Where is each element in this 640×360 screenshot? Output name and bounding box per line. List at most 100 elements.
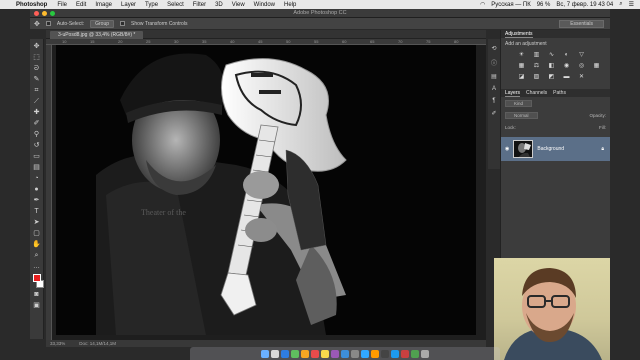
photo-filter-icon[interactable]: ◉ [562, 63, 571, 70]
eyedropper-icon[interactable]: ⟋ [32, 98, 41, 106]
quick-mask-icon[interactable]: ◙ [32, 291, 41, 299]
zoom-window-button[interactable] [50, 11, 55, 16]
launchpad-icon[interactable] [271, 349, 279, 358]
menu-view[interactable]: View [232, 2, 245, 8]
blur-icon[interactable]: ◔ [32, 175, 41, 183]
brush-icon[interactable]: ✐ [32, 120, 41, 128]
info-icon[interactable]: ⓘ [491, 58, 497, 67]
itunes-icon[interactable] [331, 349, 339, 358]
blend-mode-dropdown[interactable]: Normal [505, 111, 538, 119]
gradient-icon[interactable]: ▤ [32, 164, 41, 172]
preferences-icon[interactable] [351, 349, 359, 358]
crop-icon[interactable]: ⌗ [32, 87, 41, 95]
photoshop-dock-icon[interactable] [361, 349, 369, 358]
brightness-icon[interactable]: ☀ [517, 52, 526, 59]
notification-icon[interactable]: ☰ [629, 1, 634, 8]
menu-select[interactable]: Select [167, 2, 184, 8]
messages-icon[interactable] [291, 349, 299, 358]
auto-select-checkbox[interactable] [45, 21, 51, 26]
history-icon[interactable]: ⟲ [491, 45, 496, 52]
layer-name[interactable]: Background [537, 146, 564, 152]
layer-background[interactable]: ◉ Background 🔒︎ [501, 137, 610, 161]
keyboard-layout[interactable]: Русская — ПК [491, 2, 530, 8]
healing-icon[interactable]: ✚ [32, 109, 41, 117]
threshold-icon[interactable]: ◩ [547, 74, 556, 81]
menu-filter[interactable]: Filter [193, 2, 206, 8]
hue-saturation-icon[interactable]: ▦ [517, 63, 526, 70]
menu-type[interactable]: Type [145, 2, 158, 8]
tab-adjustments[interactable]: Adjustments [505, 30, 533, 38]
menu-layer[interactable]: Layer [121, 2, 136, 8]
calendar-icon[interactable] [311, 349, 319, 358]
exposure-icon[interactable]: ◐ [562, 52, 571, 59]
kind-filter-dropdown[interactable]: Kind [505, 99, 533, 107]
notes-icon[interactable] [321, 349, 329, 358]
type-icon[interactable]: T [32, 208, 41, 216]
terminal-icon[interactable] [381, 349, 389, 358]
close-window-button[interactable] [34, 11, 39, 16]
appstore-icon[interactable] [341, 349, 349, 358]
menu-file[interactable]: File [57, 2, 67, 8]
properties-icon[interactable]: ▤ [491, 73, 497, 80]
photo-guitarist[interactable]: Theater of the [56, 45, 476, 335]
quick-select-icon[interactable]: ✎ [32, 76, 41, 84]
document-tab[interactable]: 3-uPosd8.jpg @ 33,4% (RGB/8#) * [50, 31, 144, 39]
app-name[interactable]: Photoshop [16, 2, 47, 8]
menu-image[interactable]: Image [95, 2, 112, 8]
channel-mixer-icon[interactable]: ◎ [577, 63, 586, 70]
canvas-area[interactable]: Theater of the [52, 45, 486, 340]
photos-icon[interactable] [301, 349, 309, 358]
zoom-icon[interactable]: ⌕ [32, 252, 41, 260]
history-brush-icon[interactable]: ↺ [32, 142, 41, 150]
path-select-icon[interactable]: ➤ [32, 219, 41, 227]
trash-icon[interactable] [421, 349, 429, 358]
color-lookup-icon[interactable]: ▦ [592, 63, 601, 70]
tab-channels[interactable]: Channels [526, 89, 547, 97]
menu-window[interactable]: Window [254, 2, 275, 8]
transform-controls-checkbox[interactable] [120, 21, 126, 26]
shape-icon[interactable]: ▢ [32, 230, 41, 238]
dodge-icon[interactable]: ● [32, 186, 41, 194]
app-icon[interactable] [401, 349, 409, 358]
menu-edit[interactable]: Edit [76, 2, 86, 8]
move-icon[interactable]: ✥ [32, 43, 41, 51]
hand-icon[interactable]: ✋ [32, 241, 41, 249]
foreground-color-swatch[interactable] [32, 274, 41, 282]
menu-3d[interactable]: 3D [215, 2, 223, 8]
clock[interactable]: Вс, 7 февр. 19 43 04 [556, 2, 613, 8]
app-icon-2[interactable] [411, 349, 419, 358]
safari-icon[interactable] [281, 349, 289, 358]
auto-select-dropdown[interactable]: Group [90, 19, 115, 28]
finder-icon[interactable] [261, 349, 269, 358]
eraser-icon[interactable]: ▭ [32, 153, 41, 161]
doc-size[interactable]: Doc: 14,1M/14,1M [79, 340, 116, 347]
character-icon[interactable]: A [492, 86, 496, 92]
paragraph-icon[interactable]: ¶ [492, 98, 495, 104]
color-balance-icon[interactable]: ⚖ [532, 63, 541, 70]
screen-mode-icon[interactable]: ▣ [32, 302, 41, 310]
vibrance-icon[interactable]: ▽ [577, 52, 586, 59]
search-icon[interactable]: ⌕ [619, 1, 622, 8]
levels-icon[interactable]: ▥ [532, 52, 541, 59]
tab-layers[interactable]: Layers [505, 89, 521, 97]
curves-icon[interactable]: ∿ [547, 52, 556, 59]
marquee-icon[interactable]: ⬚ [32, 54, 41, 62]
pen-icon[interactable]: ✒ [32, 197, 41, 205]
menu-help[interactable]: Help [284, 2, 296, 8]
skype-icon[interactable] [391, 349, 399, 358]
wifi-icon[interactable]: ◠ [480, 1, 485, 8]
stamp-icon[interactable]: ⚲ [32, 131, 41, 139]
illustrator-dock-icon[interactable] [371, 349, 379, 358]
battery-level[interactable]: 96 % [537, 2, 551, 8]
zoom-level[interactable]: 33,33% [50, 340, 65, 347]
minimize-window-button[interactable] [42, 11, 47, 16]
tab-paths[interactable]: Paths [553, 89, 566, 97]
lasso-icon[interactable]: ᘐ [32, 65, 41, 73]
workspace-dropdown[interactable]: Essentials [559, 19, 604, 28]
selective-color-icon[interactable]: ✕ [577, 74, 586, 81]
eye-icon[interactable]: ◉ [505, 146, 509, 152]
gradient-map-icon[interactable]: ▬ [562, 74, 571, 81]
more-tools-icon[interactable]: … [32, 263, 41, 271]
move-tool-icon[interactable]: ✥ [34, 20, 40, 28]
black-white-icon[interactable]: ◧ [547, 63, 556, 70]
